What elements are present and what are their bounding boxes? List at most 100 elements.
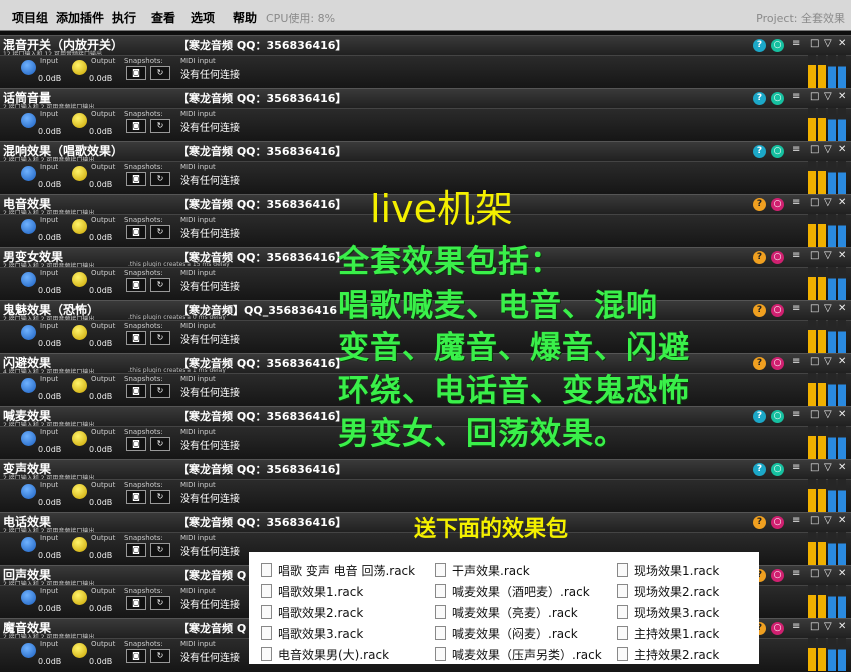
snapshot-capture-button[interactable]: ◙ [126,225,146,239]
collapse-icon[interactable]: ▽ [824,144,832,155]
output-knob[interactable] [72,537,87,552]
file-item[interactable]: 主持效果1.rack [617,625,719,642]
menu-item-run[interactable]: 执行 [112,9,136,26]
menu-icon[interactable]: ≡ [792,250,800,261]
snapshot-recall-button[interactable]: ↻ [150,543,170,557]
collapse-icon[interactable]: ▽ [824,250,832,261]
file-item[interactable]: 现场效果2.rack [617,583,719,600]
file-item[interactable]: 喊麦效果（亮麦）.rack [435,604,578,621]
collapse-icon[interactable]: ▽ [824,462,832,473]
plugin-icon[interactable]: ? [753,463,766,476]
snapshot-capture-button[interactable]: ◙ [126,437,146,451]
collapse-icon[interactable]: ▽ [824,91,832,102]
file-item[interactable]: 唱歌效果3.rack [261,625,363,642]
file-item[interactable]: 唱歌效果1.rack [261,583,363,600]
file-item[interactable]: 唱歌 变声 电音 回荡.rack [261,562,415,579]
file-item[interactable]: 喊麦效果（压声另类）.rack [435,646,602,663]
menu-item-add-plugin[interactable]: 添加插件 [56,9,104,26]
input-knob[interactable] [21,272,36,287]
power-icon[interactable]: ○ [771,145,784,158]
menu-icon[interactable]: ≡ [792,91,800,102]
output-knob[interactable] [72,325,87,340]
snapshot-recall-button[interactable]: ↻ [150,596,170,610]
input-knob[interactable] [21,431,36,446]
input-knob[interactable] [21,643,36,658]
minimize-icon[interactable]: □ [810,515,819,526]
close-icon[interactable]: ✕ [838,409,846,420]
snapshot-capture-button[interactable]: ◙ [126,543,146,557]
input-knob[interactable] [21,219,36,234]
collapse-icon[interactable]: ▽ [824,303,832,314]
snapshot-recall-button[interactable]: ↻ [150,649,170,663]
file-item[interactable]: 喊麦效果（酒吧麦）.rack [435,583,590,600]
close-icon[interactable]: ✕ [838,197,846,208]
close-icon[interactable]: ✕ [838,356,846,367]
power-icon[interactable]: ○ [771,92,784,105]
power-icon[interactable]: ○ [771,39,784,52]
collapse-icon[interactable]: ▽ [824,197,832,208]
snapshot-recall-button[interactable]: ↻ [150,490,170,504]
input-knob[interactable] [21,113,36,128]
plugin-icon[interactable]: ? [753,516,766,529]
menu-icon[interactable]: ≡ [792,409,800,420]
file-item[interactable]: 现场效果3.rack [617,604,719,621]
collapse-icon[interactable]: ▽ [824,356,832,367]
snapshot-capture-button[interactable]: ◙ [126,172,146,186]
snapshot-capture-button[interactable]: ◙ [126,331,146,345]
output-knob[interactable] [72,166,87,181]
snapshot-capture-button[interactable]: ◙ [126,278,146,292]
power-icon[interactable]: ○ [771,569,784,582]
menu-item-project[interactable]: 项目组 [12,9,48,26]
file-item[interactable]: 喊麦效果（闷麦）.rack [435,625,578,642]
menu-icon[interactable]: ≡ [792,144,800,155]
file-item[interactable]: 现场效果1.rack [617,562,719,579]
plugin-icon[interactable]: ? [753,198,766,211]
file-item[interactable]: 唱歌效果2.rack [261,604,363,621]
file-item[interactable]: 电音效果男(大).rack [261,646,389,663]
snapshot-recall-button[interactable]: ↻ [150,119,170,133]
rack-header[interactable]: 混音开关（内放开关） 12 接口输入和 12 可用音频接口输出 【寒龙音频 QQ… [0,35,851,58]
output-knob[interactable] [72,590,87,605]
close-icon[interactable]: ✕ [838,144,846,155]
output-knob[interactable] [72,219,87,234]
rack-header[interactable]: 混响效果（唱歌效果） 2 接口输入和 2 可用音频接口输出 【寒龙音频 QQ：3… [0,141,851,164]
menu-icon[interactable]: ≡ [792,568,800,579]
close-icon[interactable]: ✕ [838,250,846,261]
output-knob[interactable] [72,60,87,75]
collapse-icon[interactable]: ▽ [824,409,832,420]
menu-icon[interactable]: ≡ [792,462,800,473]
input-knob[interactable] [21,537,36,552]
snapshot-capture-button[interactable]: ◙ [126,119,146,133]
snapshot-recall-button[interactable]: ↻ [150,66,170,80]
rack-header[interactable]: 变声效果 2 接口输入和 2 可用音频接口输出 【寒龙音频 QQ：3568364… [0,459,851,482]
close-icon[interactable]: ✕ [838,621,846,632]
plugin-icon[interactable]: ? [753,39,766,52]
close-icon[interactable]: ✕ [838,462,846,473]
collapse-icon[interactable]: ▽ [824,568,832,579]
menu-icon[interactable]: ≡ [792,197,800,208]
collapse-icon[interactable]: ▽ [824,621,832,632]
input-knob[interactable] [21,166,36,181]
rack-header[interactable]: 话筒音量 2 接口输入和 2 可用音频接口输出 【寒龙音频 QQ：3568364… [0,88,851,111]
minimize-icon[interactable]: □ [810,621,819,632]
close-icon[interactable]: ✕ [838,515,846,526]
minimize-icon[interactable]: □ [810,250,819,261]
collapse-icon[interactable]: ▽ [824,515,832,526]
output-knob[interactable] [72,484,87,499]
minimize-icon[interactable]: □ [810,356,819,367]
power-icon[interactable]: ○ [771,198,784,211]
menu-item-help[interactable]: 帮助 [233,9,257,26]
plugin-icon[interactable]: ? [753,304,766,317]
output-knob[interactable] [72,431,87,446]
snapshot-capture-button[interactable]: ◙ [126,384,146,398]
snapshot-recall-button[interactable]: ↻ [150,172,170,186]
snapshot-recall-button[interactable]: ↻ [150,278,170,292]
input-knob[interactable] [21,590,36,605]
input-knob[interactable] [21,378,36,393]
plugin-icon[interactable]: ? [753,357,766,370]
snapshot-capture-button[interactable]: ◙ [126,649,146,663]
power-icon[interactable]: ○ [771,357,784,370]
minimize-icon[interactable]: □ [810,462,819,473]
plugin-icon[interactable]: ? [753,251,766,264]
minimize-icon[interactable]: □ [810,303,819,314]
